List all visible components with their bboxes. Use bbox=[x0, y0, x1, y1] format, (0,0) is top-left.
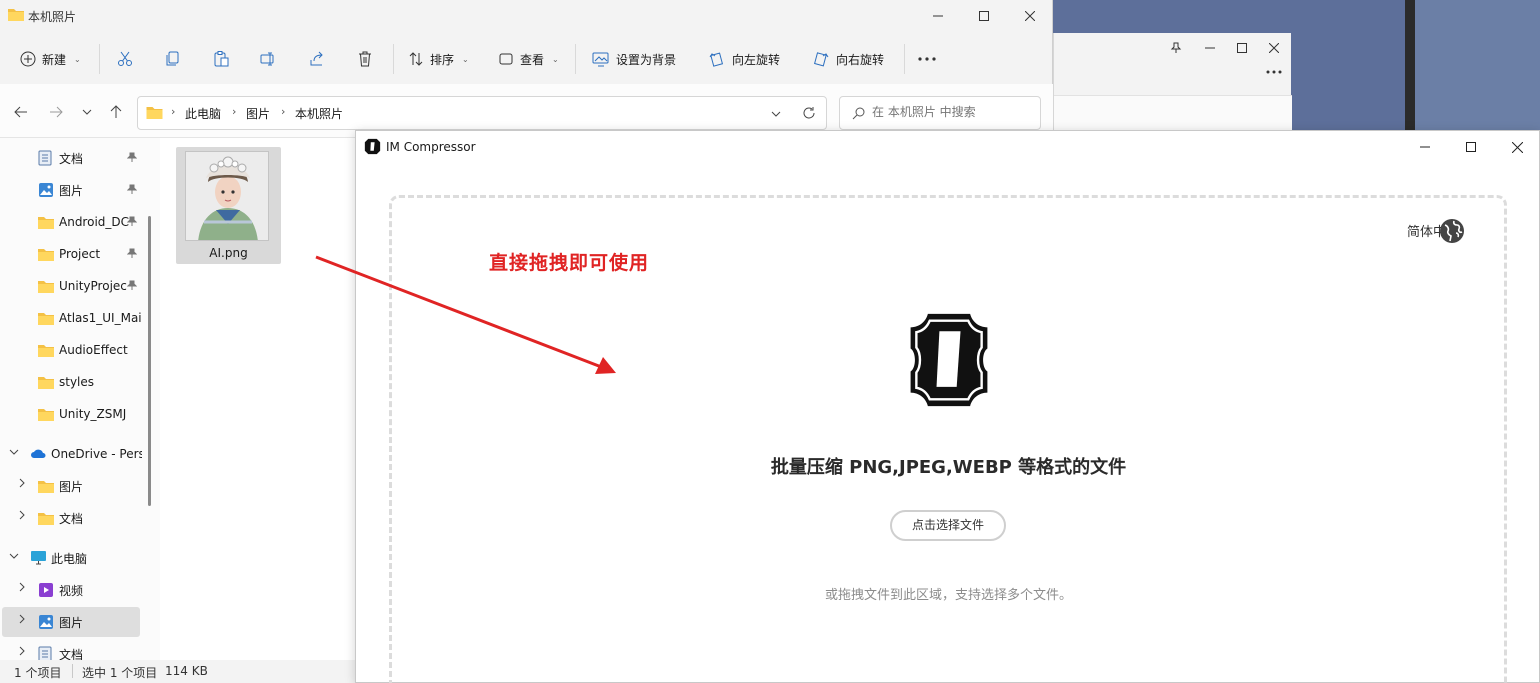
annotation-arrow bbox=[315, 255, 616, 374]
